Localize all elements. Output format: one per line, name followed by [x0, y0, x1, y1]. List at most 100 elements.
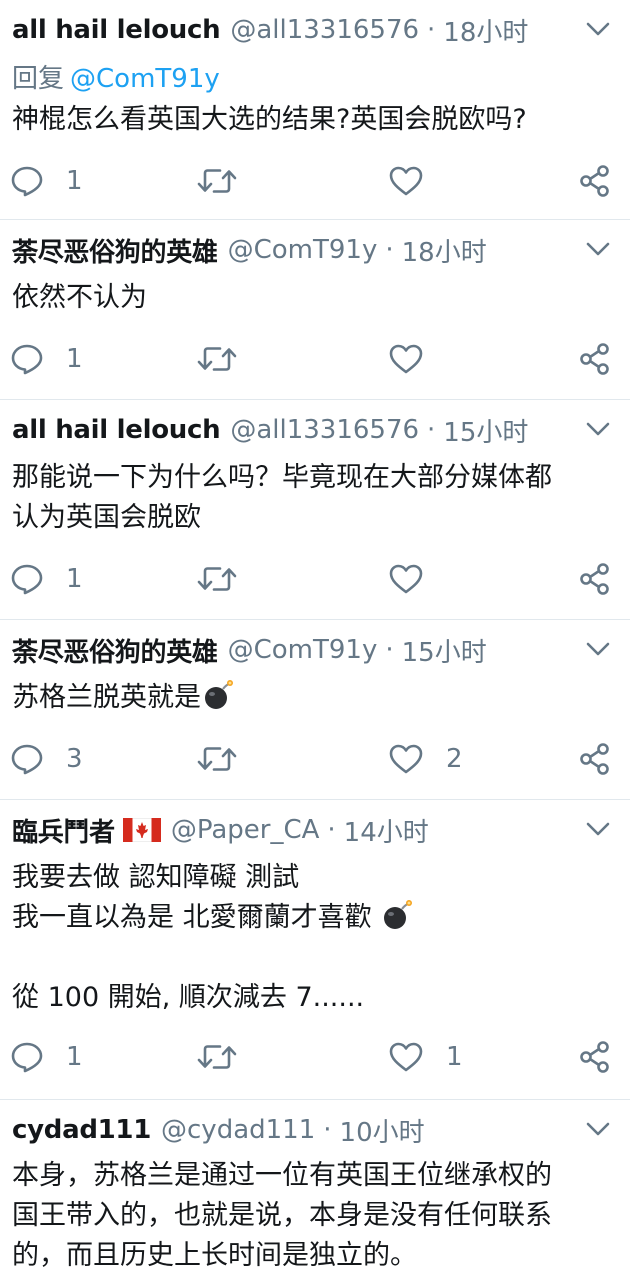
tweet-text-line: 我要去做 認知障礙 測試: [12, 862, 300, 893]
heart-icon: [389, 344, 423, 374]
like-count: 2: [446, 744, 463, 774]
tweet-item[interactable]: 臨兵鬥者 @Paper_CA · 14小时 我要去做 認知障礙 測試 我一直以為…: [0, 800, 630, 1100]
reply-icon: [11, 744, 43, 775]
tweet-actions: 3 2: [0, 734, 630, 784]
retweet-icon: [197, 347, 237, 371]
tweet-text-line: 认为英国会脱欧: [12, 502, 201, 533]
chevron-down-icon[interactable]: [584, 1118, 612, 1140]
retweet-button[interactable]: [196, 156, 260, 206]
share-icon: [580, 563, 609, 595]
author-name[interactable]: 臨兵鬥者: [12, 812, 115, 848]
like-button[interactable]: [388, 334, 446, 384]
author-name[interactable]: cydad111: [12, 1115, 151, 1145]
like-button[interactable]: 1: [388, 1032, 463, 1082]
author-name[interactable]: all hail lelouch: [12, 15, 221, 45]
tweet-header: 荼尽恶俗狗的英雄 @ComT91y · 18小时: [12, 232, 580, 268]
reply-button[interactable]: 1: [10, 554, 83, 604]
reply-count: 1: [66, 344, 83, 374]
author-handle[interactable]: @ComT91y: [228, 635, 378, 665]
tweet-header: cydad111 @cydad111 · 10小时: [12, 1112, 580, 1148]
like-button[interactable]: [388, 156, 446, 206]
bomb-emoji-icon: [205, 680, 233, 709]
tweet-text-line: [12, 938, 616, 978]
tweet-actions: 1: [0, 554, 630, 604]
tweet-header: 臨兵鬥者 @Paper_CA · 14小时: [12, 812, 580, 848]
share-button[interactable]: [578, 334, 612, 384]
heart-icon: [389, 564, 423, 594]
reply-icon: [11, 166, 43, 197]
author-handle[interactable]: @cydad111: [161, 1115, 315, 1145]
tweet-item[interactable]: 荼尽恶俗狗的英雄 @ComT91y · 18小时 依然不认为 1: [0, 220, 630, 400]
tweet-text-segment: 苏格兰脱英就是: [12, 682, 201, 713]
chevron-down-icon[interactable]: [584, 638, 612, 660]
reply-count: 1: [66, 564, 83, 594]
tweet-item[interactable]: all hail lelouch @all13316576 · 18小时 回复 @…: [0, 0, 630, 220]
author-handle[interactable]: @Paper_CA: [171, 815, 320, 845]
share-button[interactable]: [578, 156, 612, 206]
share-button[interactable]: [578, 1032, 612, 1082]
retweet-button[interactable]: [196, 734, 260, 784]
author-name[interactable]: all hail lelouch: [12, 415, 221, 445]
chevron-down-icon[interactable]: [584, 818, 612, 840]
chevron-down-icon[interactable]: [584, 18, 612, 40]
tweet-item[interactable]: cydad111 @cydad111 · 10小时 本身，苏格兰是通过一位有英国…: [0, 1100, 630, 1280]
retweet-icon: [197, 1045, 237, 1069]
timestamp[interactable]: 18小时: [443, 12, 528, 48]
share-icon: [580, 165, 609, 197]
timestamp[interactable]: 18小时: [402, 232, 487, 268]
share-icon: [580, 743, 609, 775]
author-handle[interactable]: @all13316576: [230, 415, 419, 445]
tweet-text: 依然不认为: [12, 278, 616, 318]
author-name[interactable]: 荼尽恶俗狗的英雄: [12, 232, 218, 268]
retweet-button[interactable]: [196, 334, 260, 384]
heart-icon: [389, 744, 423, 774]
retweet-button[interactable]: [196, 554, 260, 604]
tweet-text-line: 我一直以為是 北愛爾蘭才喜歡: [12, 898, 616, 938]
share-button[interactable]: [578, 554, 612, 604]
reply-count: 3: [66, 744, 83, 774]
timestamp[interactable]: 10小时: [340, 1112, 425, 1148]
tweet-text: 那能说一下为什么吗？毕竟现在大部分媒体都 认为英国会脱欧: [12, 458, 616, 538]
separator-dot: ·: [385, 635, 394, 665]
separator-dot: ·: [327, 815, 336, 845]
retweet-icon: [197, 169, 237, 193]
author-handle[interactable]: @ComT91y: [228, 235, 378, 265]
chevron-down-icon[interactable]: [584, 238, 612, 260]
share-button[interactable]: [578, 734, 612, 784]
tweet-text-line: 依然不认为: [12, 282, 147, 313]
tweet-item[interactable]: 荼尽恶俗狗的英雄 @ComT91y · 15小时 苏格兰脱英就是 3 2: [0, 620, 630, 800]
reply-button[interactable]: 1: [10, 334, 83, 384]
tweet-text-line: 本身，苏格兰是通过一位有英国王位继承权的: [12, 1160, 552, 1191]
like-button[interactable]: 2: [388, 734, 463, 784]
mention-link[interactable]: @ComT91y: [70, 64, 220, 94]
reply-count: 1: [66, 166, 83, 196]
timestamp[interactable]: 15小时: [402, 632, 487, 668]
like-button[interactable]: [388, 554, 446, 604]
tweet-text-line: 那能说一下为什么吗？毕竟现在大部分媒体都: [12, 462, 552, 493]
heart-icon: [389, 1042, 423, 1072]
reply-button[interactable]: 3: [10, 734, 83, 784]
tweet-item[interactable]: all hail lelouch @all13316576 · 15小时 那能说…: [0, 400, 630, 620]
tweet-text: 本身，苏格兰是通过一位有英国王位继承权的 国王带入的，也就是说，本身是没有任何联…: [12, 1156, 616, 1276]
tweet-text: 我要去做 認知障礙 測試 我一直以為是 北愛爾蘭才喜歡 從 100 開始, 順次…: [12, 858, 616, 1018]
tweet-text: 神棍怎么看英国大选的结果?英国会脱欧吗?: [12, 100, 616, 140]
timestamp[interactable]: 14小时: [344, 812, 429, 848]
tweet-actions: 1: [0, 156, 630, 206]
reply-count: 1: [66, 1042, 83, 1072]
reply-icon: [11, 564, 43, 595]
chevron-down-icon[interactable]: [584, 418, 612, 440]
share-icon: [580, 343, 609, 375]
reply-button[interactable]: 1: [10, 156, 83, 206]
author-name[interactable]: 荼尽恶俗狗的英雄: [12, 632, 218, 668]
timestamp[interactable]: 15小时: [443, 412, 528, 448]
retweet-button[interactable]: [196, 1032, 260, 1082]
tweet-header: 荼尽恶俗狗的英雄 @ComT91y · 15小时: [12, 632, 580, 668]
author-handle[interactable]: @all13316576: [230, 15, 419, 45]
separator-dot: ·: [427, 415, 436, 445]
tweet-actions: 1: [0, 334, 630, 384]
reply-icon: [11, 344, 43, 375]
tweet-actions: 1 1: [0, 1032, 630, 1082]
reply-button[interactable]: 1: [10, 1032, 83, 1082]
tweet-text-line: 從 100 開始, 順次減去 7......: [12, 982, 365, 1013]
reply-context: 回复 @ComT91y: [12, 58, 220, 95]
